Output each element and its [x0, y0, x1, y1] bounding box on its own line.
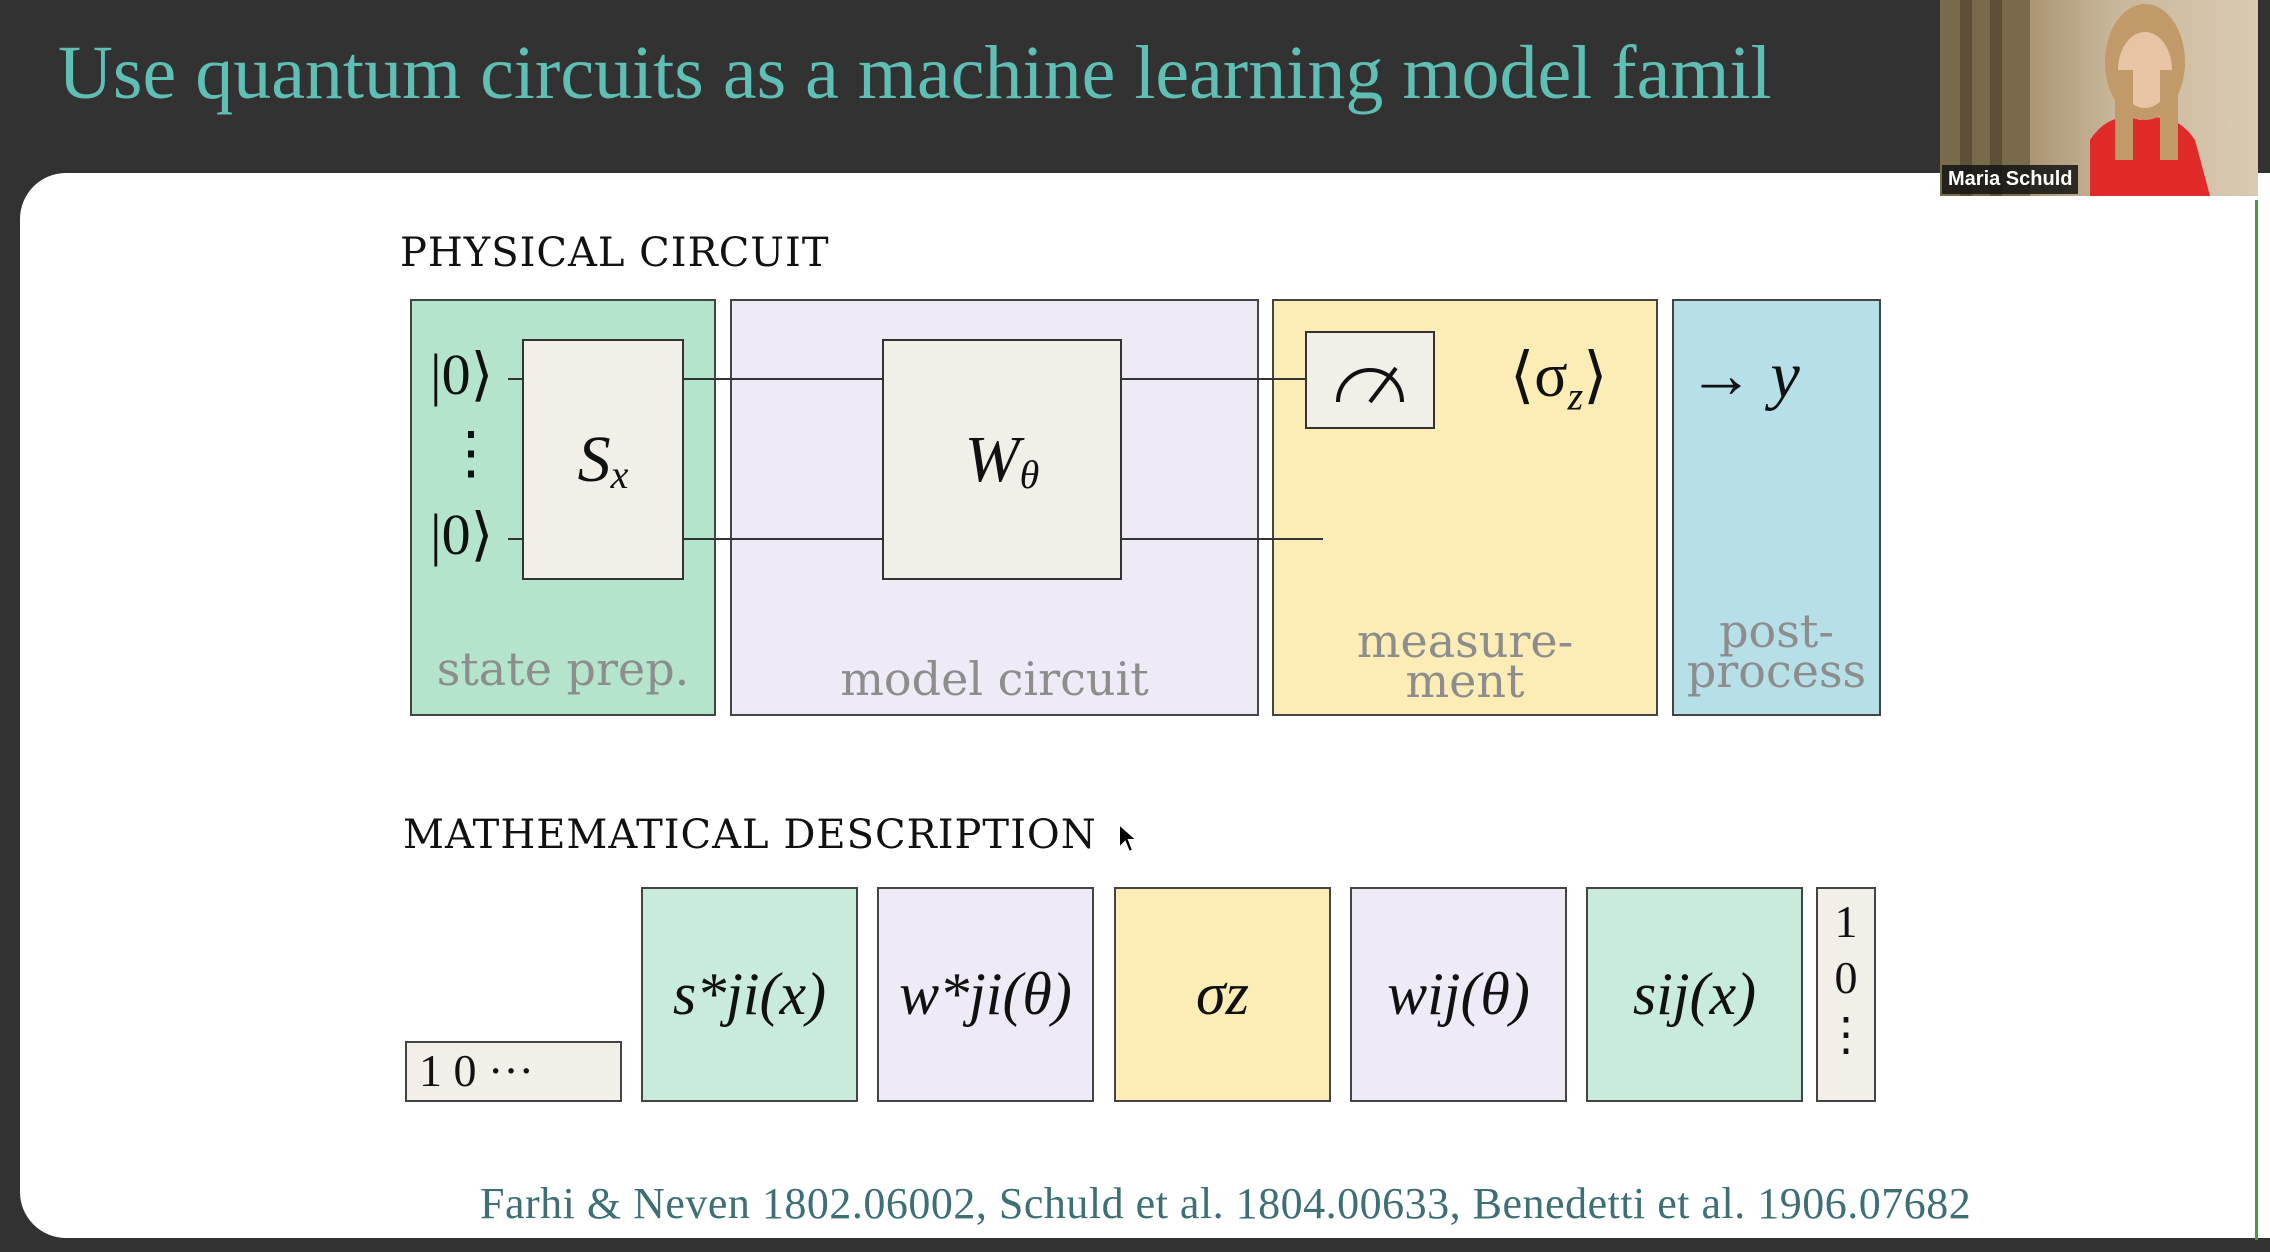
- physical-circuit-label: PHYSICAL CIRCUIT: [400, 230, 830, 276]
- encoding-gate: Sx: [522, 339, 684, 580]
- model-gate-subscript: θ: [1019, 452, 1040, 497]
- expectation-close: ⟩: [1583, 342, 1608, 410]
- encoding-gate-subscript: x: [610, 452, 629, 497]
- ket-top: |0⟩: [430, 342, 494, 407]
- encoding-gate-symbol: S: [577, 422, 611, 496]
- tile-s-conj: s*ji(x): [641, 887, 858, 1102]
- column-vector-dots: ⋮: [1823, 1009, 1869, 1060]
- column-vector-0: 0: [1834, 952, 1858, 1003]
- column-vector: 1 0 ⋮: [1816, 887, 1876, 1102]
- state-prep-label: state prep.: [436, 642, 690, 696]
- mathematical-description-label: MATHEMATICAL DESCRIPTION: [403, 812, 1097, 858]
- tile-sigma-z: σz: [1114, 887, 1331, 1102]
- column-vector-1: 1: [1834, 896, 1858, 947]
- tile-w-conj: w*ji(θ): [877, 887, 1094, 1102]
- accent-line: [2255, 200, 2258, 1240]
- output-arrow: → y: [1688, 339, 1800, 412]
- tile-w: wij(θ): [1350, 887, 1567, 1102]
- mouse-cursor-icon: [1118, 822, 1139, 854]
- meter-icon: [1336, 366, 1404, 404]
- postprocess-label-2: process: [1686, 644, 1867, 698]
- slide-title: Use quantum circuits as a machine learni…: [58, 31, 1772, 115]
- tile-s: sij(x): [1586, 887, 1803, 1102]
- measurement-meter-icon: [1305, 331, 1435, 429]
- row-vector: 1 0 ···: [405, 1041, 622, 1102]
- expectation-open: ⟨σ: [1510, 342, 1568, 410]
- model-circuit-label: model circuit: [840, 652, 1149, 706]
- expectation-sub: z: [1567, 373, 1584, 419]
- expectation-value: ⟨σz⟩: [1510, 338, 1607, 419]
- ket-bottom: |0⟩: [430, 502, 494, 567]
- citation: Farhi & Neven 1802.06002, Schuld et al. …: [480, 1179, 1972, 1228]
- measurement-label-2: ment: [1405, 654, 1525, 708]
- model-gate: Wθ: [882, 339, 1122, 580]
- webcam-thumbnail[interactable]: Maria Schuld: [1940, 0, 2258, 196]
- ket-vdots: ⋮: [442, 420, 500, 485]
- participant-name: Maria Schuld: [1942, 165, 2079, 194]
- model-gate-symbol: W: [964, 422, 1020, 496]
